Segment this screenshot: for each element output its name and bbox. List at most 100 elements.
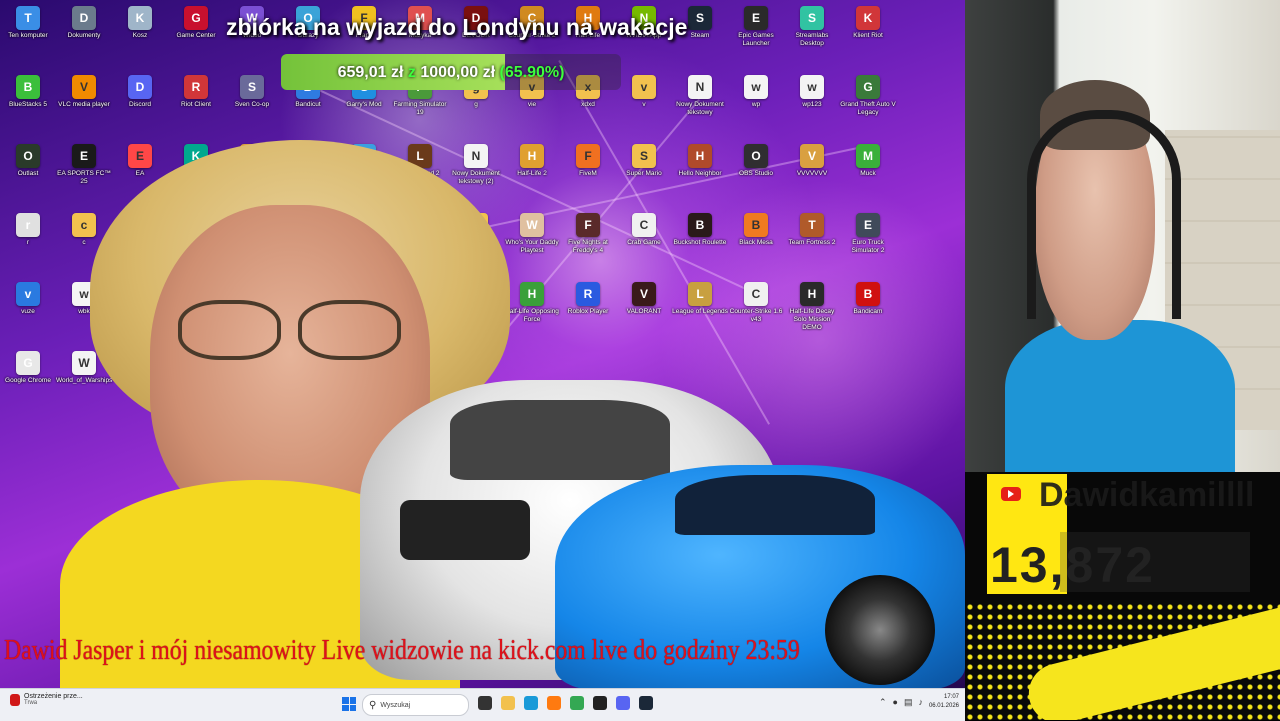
desktop-icon-text-file[interactable]: N Nowy Dokument tekstowy (2) bbox=[448, 144, 504, 186]
desktop-icon-text-file[interactable]: N Nowy Dokument tekstowy bbox=[672, 75, 728, 117]
microphone-icon[interactable]: ● bbox=[893, 697, 898, 707]
taskbar-file-explorer-icon[interactable] bbox=[501, 696, 515, 710]
lol-icon: L bbox=[688, 282, 712, 306]
desktop-icon-half-life-2[interactable]: H Half-Life 2 bbox=[504, 144, 560, 178]
desktop-icon-label: Who's Your Daddy Playtest bbox=[505, 239, 559, 254]
desktop-icon-buckshot-roulette[interactable]: B Buckshot Roulette bbox=[672, 213, 728, 247]
desktop-icon-label: Buckshot Roulette bbox=[673, 239, 727, 246]
warning-icon bbox=[10, 693, 20, 706]
taskbar-task-view-icon[interactable] bbox=[478, 696, 492, 710]
desktop-icon-label: Hello Neighbor bbox=[678, 170, 722, 177]
desktop-icon-chrome[interactable]: G Google Chrome bbox=[0, 351, 56, 385]
desktop-icon-label: vuze bbox=[21, 308, 35, 315]
desktop-icon-label: Black Mesa bbox=[739, 239, 773, 246]
desktop-icon-roblox[interactable]: R Roblox Player bbox=[560, 282, 616, 316]
desktop-icon-text-file[interactable]: w wp bbox=[728, 75, 784, 109]
desktop-icon-fivem[interactable]: F FiveM bbox=[560, 144, 616, 178]
desktop-icon-label: Sven Co-op bbox=[234, 101, 270, 108]
desktop-icon-tf2[interactable]: T Team Fortress 2 bbox=[784, 213, 840, 247]
desktop-icon-bluestacks[interactable]: B BlueStacks 5 bbox=[0, 75, 56, 109]
desktop-icon-obs[interactable]: O OBS Studio bbox=[728, 144, 784, 178]
desktop-icon-text-file[interactable]: v vuze bbox=[0, 282, 56, 316]
desktop-icon-monitor[interactable]: T Ten komputer bbox=[0, 6, 56, 40]
sven-coop-icon: S bbox=[240, 75, 264, 99]
desktop-icon-hello-neighbor[interactable]: H Hello Neighbor bbox=[672, 144, 728, 178]
webcam-feed bbox=[965, 0, 1280, 472]
desktop-icon-opposing-force[interactable]: H Half-Life Opposing Force bbox=[504, 282, 560, 324]
desktop-icon-sven-coop[interactable]: S Sven Co-op bbox=[224, 75, 280, 109]
desktop-icon-label: Counter-Strike 1.6 v43 bbox=[729, 308, 783, 323]
desktop-icon-muck[interactable]: M Muck bbox=[840, 144, 896, 178]
chevron-up-icon[interactable]: ⌃ bbox=[879, 697, 887, 708]
desktop-icon-barcode[interactable]: rr bbox=[0, 213, 56, 247]
notification-preview[interactable]: Ostrzeżenie prze... Trwa bbox=[10, 693, 83, 706]
desktop-icon-valorant[interactable]: V VALORANT bbox=[616, 282, 672, 316]
desktop-icon-label: Kosz bbox=[132, 32, 148, 39]
desktop-icon-label: Game Center bbox=[176, 32, 216, 39]
desktop-icon-label: Klient Riot bbox=[853, 32, 883, 39]
desktop-icon-text-file[interactable]: w wp123 bbox=[784, 75, 840, 109]
fivem-icon: F bbox=[576, 144, 600, 168]
desktop-icon-label: VLC media player bbox=[58, 101, 110, 108]
riot-client-icon: R bbox=[184, 75, 208, 99]
hello-neighbor-icon: H bbox=[688, 144, 712, 168]
desktop-icon-whos-your-daddy[interactable]: W Who's Your Daddy Playtest bbox=[504, 213, 560, 255]
desktop-icon-label: r bbox=[26, 239, 30, 246]
desktop-icon-decay[interactable]: H Half-Life Decay Solo Mission DEMO bbox=[784, 282, 840, 332]
desktop-icon-outlast[interactable]: O Outlast bbox=[0, 144, 56, 178]
clock[interactable]: 17:07 06.01.2026 bbox=[929, 693, 959, 711]
folder-icon: c bbox=[72, 213, 96, 237]
desktop-icon-riot-client[interactable]: R Riot Client bbox=[168, 75, 224, 109]
desktop-icon-game-center[interactable]: G Game Center bbox=[168, 6, 224, 40]
taskbar-search[interactable]: ⚲ Wyszukaj bbox=[362, 694, 469, 716]
desktop-icon-crab-game[interactable]: C Crab Game bbox=[616, 213, 672, 247]
desktop-icon-folder[interactable]: S Super Mario bbox=[616, 144, 672, 178]
desktop-icon-label: Discord bbox=[128, 101, 152, 108]
desktop-icon-image[interactable]: V VVVVVVV bbox=[784, 144, 840, 178]
desktop-icon-label: Outlast bbox=[17, 170, 39, 177]
volume-icon[interactable]: ♪ bbox=[918, 697, 923, 707]
taskbar-discord-icon[interactable] bbox=[616, 696, 630, 710]
taskbar-steam-icon[interactable] bbox=[639, 696, 653, 710]
desktop-icon-label: World_of_Warships bbox=[56, 377, 113, 384]
desktop-icon-epic-games[interactable]: E Epic Games Launcher bbox=[728, 6, 784, 48]
desktop-icon-ets2[interactable]: E Euro Truck Simulator 2 bbox=[840, 213, 896, 255]
desktop-icon-lol[interactable]: L League of Legends bbox=[672, 282, 728, 316]
discord-icon: D bbox=[128, 75, 152, 99]
desktop-icon-streamlabs[interactable]: S Streamlabs Desktop bbox=[784, 6, 840, 48]
crab-game-icon: C bbox=[632, 213, 656, 237]
desktop-icon-riot[interactable]: K Klient Riot bbox=[840, 6, 896, 40]
desktop-icon-fnaf[interactable]: F Five Nights at Freddy's 4 bbox=[560, 213, 616, 255]
taskbar-github-icon[interactable] bbox=[593, 696, 607, 710]
folder-icon: S bbox=[632, 144, 656, 168]
steam-icon: S bbox=[688, 6, 712, 30]
desktop-icon-black-mesa[interactable]: B Black Mesa bbox=[728, 213, 784, 247]
streamlabs-icon: S bbox=[800, 6, 824, 30]
desktop-icon-folder[interactable]: vv bbox=[616, 75, 672, 109]
search-placeholder: Wyszukaj bbox=[380, 701, 411, 709]
time-label: 17:07 bbox=[943, 694, 959, 700]
desktop-icon-ea-fc[interactable]: E EA SPORTS FC™ 25 bbox=[56, 144, 112, 186]
desktop-icon-bandicam[interactable]: B Bandicam bbox=[840, 282, 896, 316]
desktop-icon-trash[interactable]: K Kosz bbox=[112, 6, 168, 40]
desktop-icon-label: Team Fortress 2 bbox=[788, 239, 836, 246]
desktop-icon-cs16[interactable]: C Counter-Strike 1.6 v43 bbox=[728, 282, 784, 324]
image-icon: V bbox=[800, 144, 824, 168]
network-icon[interactable]: ▤ bbox=[904, 697, 913, 708]
taskbar-firefox-icon[interactable] bbox=[547, 696, 561, 710]
vlc-icon: V bbox=[72, 75, 96, 99]
desktop-icon-gta[interactable]: G Grand Theft Auto V Legacy bbox=[840, 75, 896, 117]
taskbar-chrome-icon[interactable] bbox=[570, 696, 584, 710]
black-mesa-icon: B bbox=[744, 213, 768, 237]
desktop-icon-label: wp123 bbox=[802, 101, 822, 108]
desktop-icon-folder[interactable]: D Dokumenty bbox=[56, 6, 112, 40]
desktop-icon-ea[interactable]: E EA bbox=[112, 144, 168, 178]
start-button[interactable] bbox=[342, 697, 356, 711]
desktop-icon-label: Grand Theft Auto V Legacy bbox=[840, 101, 896, 116]
taskbar-edge-icon[interactable] bbox=[524, 696, 538, 710]
desktop-icon-label: FiveM bbox=[579, 170, 597, 177]
subscriber-counter-widget: Dawidkamillll 13,872 bbox=[965, 472, 1280, 720]
riot-icon: K bbox=[856, 6, 880, 30]
desktop-icon-discord[interactable]: D Discord bbox=[112, 75, 168, 109]
desktop-icon-vlc[interactable]: V VLC media player bbox=[56, 75, 112, 109]
